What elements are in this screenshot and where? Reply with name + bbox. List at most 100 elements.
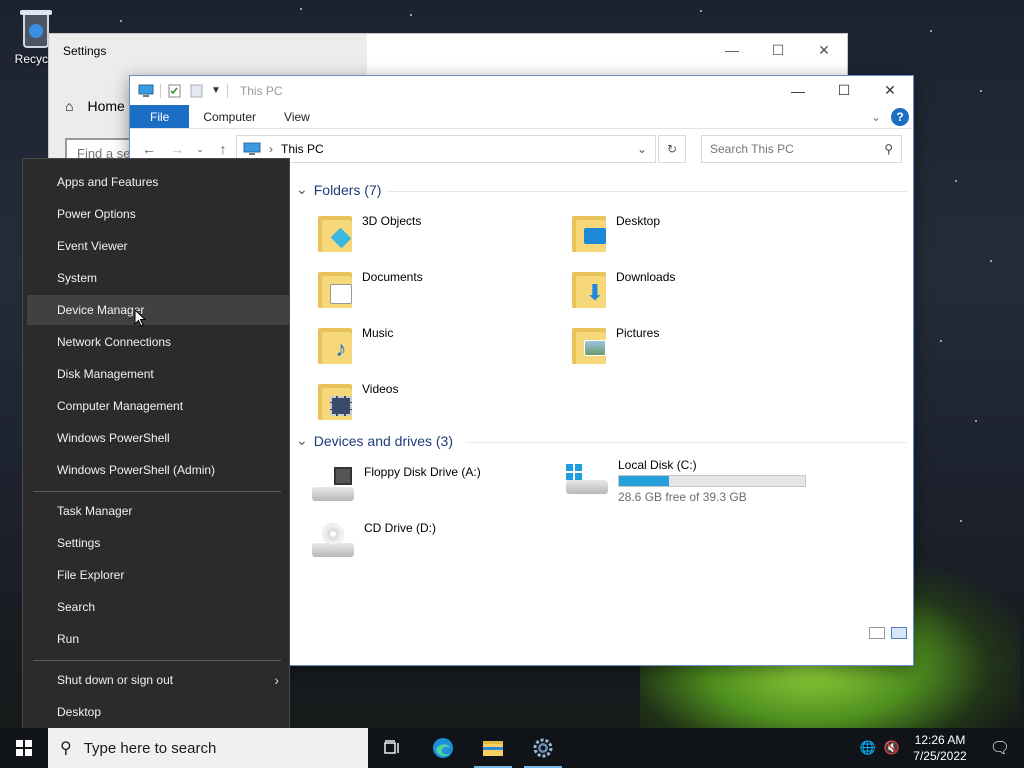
floppy-drive-icon: [310, 465, 356, 505]
folders-divider: [386, 191, 907, 192]
drive-item[interactable]: CD Drive (D:): [310, 521, 436, 561]
gear-icon: [533, 738, 553, 758]
downloads-icon: ⬇: [570, 270, 608, 310]
menu-item-task-manager[interactable]: Task Manager: [27, 496, 289, 526]
submenu-arrow-icon: ›: [274, 672, 279, 688]
menu-item-windows-powershell[interactable]: Windows PowerShell: [27, 423, 289, 453]
drive-item[interactable]: Floppy Disk Drive (A:): [310, 465, 481, 505]
menu-item-label: Windows PowerShell (Admin): [57, 463, 216, 477]
menu-item-system[interactable]: System: [27, 263, 289, 293]
menu-item-desktop[interactable]: Desktop: [27, 697, 289, 727]
desktop-folder-icon: [570, 214, 608, 254]
folders-header-label: Folders (7): [313, 181, 382, 198]
menu-item-label: Event Viewer: [57, 239, 128, 253]
menu-item-run[interactable]: Run: [27, 624, 289, 654]
menu-item-label: Disk Management: [57, 367, 154, 381]
recent-locations-icon[interactable]: ⌄: [194, 138, 206, 160]
action-center-icon[interactable]: 🗨: [976, 738, 1024, 758]
drives-header-label: Devices and drives (3): [313, 432, 454, 449]
documents-icon: [316, 270, 354, 310]
drive-label: Local Disk (C:): [618, 458, 697, 472]
menu-item-apps-and-features[interactable]: Apps and Features: [27, 167, 289, 197]
cd-drive-icon: [310, 521, 356, 561]
details-view-icon[interactable]: [869, 627, 885, 639]
drive-item[interactable]: Local Disk (C:) 28.6 GB free of 39.3 GB: [564, 458, 806, 504]
folder-item[interactable]: Documents: [316, 270, 423, 310]
network-globe-icon[interactable]: 🌐: [856, 740, 880, 756]
explorer-titlebar: ▼ This PC — ☐ ✕: [130, 76, 913, 105]
clock-time: 12:26 AM: [914, 733, 966, 747]
menu-item-power-options[interactable]: Power Options: [27, 199, 289, 229]
folder-item[interactable]: Videos: [316, 382, 398, 422]
settings-home-label: Home: [87, 98, 125, 114]
clock[interactable]: 12:26 AM 7/25/2022: [904, 732, 976, 764]
folder-label: 3D Objects: [362, 214, 422, 228]
breadcrumb-chevron-icon[interactable]: ›: [269, 142, 273, 156]
local-disk-icon: [564, 458, 610, 498]
edge-button[interactable]: [418, 728, 468, 768]
drives-group-header[interactable]: ⌄ Devices and drives (3): [296, 432, 453, 449]
address-dropdown-icon[interactable]: ⌄: [637, 142, 647, 156]
address-bar[interactable]: › This PC ⌄: [236, 135, 656, 163]
refresh-button[interactable]: ↻: [658, 135, 686, 163]
view-toggle: [869, 627, 907, 639]
mouse-cursor-icon: [134, 309, 146, 327]
clock-date: 7/25/2022: [913, 749, 967, 763]
settings-title: Settings: [63, 44, 107, 58]
settings-button[interactable]: [518, 728, 568, 768]
menu-item-device-manager[interactable]: Device Manager: [27, 295, 289, 325]
maximize-icon[interactable]: ☐: [755, 34, 801, 66]
explorer-search-input[interactable]: Search This PC ⚲: [701, 135, 902, 163]
expand-ribbon-icon[interactable]: ⌄: [871, 110, 881, 124]
taskbar-search-placeholder: Type here to search: [83, 739, 217, 757]
back-arrow-icon[interactable]: ←: [138, 138, 160, 160]
volume-muted-icon[interactable]: 🔇: [880, 740, 904, 756]
folder-item[interactable]: 3D Objects: [316, 214, 421, 254]
home-icon: ⌂: [65, 98, 74, 114]
search-placeholder: Search This PC: [710, 142, 794, 156]
file-explorer-button[interactable]: [468, 728, 518, 768]
menu-item-windows-powershell-admin[interactable]: Windows PowerShell (Admin): [27, 455, 289, 485]
folder-item[interactable]: ⬇ Downloads: [570, 270, 675, 310]
menu-item-disk-management[interactable]: Disk Management: [27, 359, 289, 389]
folders-group-header[interactable]: ⌄ Folders (7): [296, 181, 381, 198]
menu-item-settings[interactable]: Settings: [27, 528, 289, 558]
maximize-icon[interactable]: ☐: [821, 76, 867, 105]
explorer-window-controls: — ☐ ✕: [775, 76, 913, 105]
up-arrow-icon[interactable]: ↑: [212, 138, 234, 160]
folder-label: Music: [362, 326, 394, 340]
menu-item-network-connections[interactable]: Network Connections: [27, 327, 289, 357]
menu-item-shut-down-or-sign-out[interactable]: Shut down or sign out ›: [27, 665, 289, 695]
close-icon[interactable]: ✕: [801, 34, 847, 66]
folder-item[interactable]: Desktop: [570, 214, 660, 254]
tab-view[interactable]: View: [270, 105, 324, 128]
tab-file[interactable]: File: [130, 105, 190, 128]
forward-arrow-icon[interactable]: →: [166, 138, 188, 160]
settings-home-link[interactable]: ⌂ Home: [65, 98, 125, 114]
menu-item-computer-management[interactable]: Computer Management: [27, 391, 289, 421]
minimize-icon[interactable]: —: [709, 34, 755, 66]
menu-item-search[interactable]: Search: [27, 592, 289, 622]
edge-browser-icon: [433, 738, 453, 758]
new-folder-icon[interactable]: [189, 84, 205, 98]
tiles-view-icon[interactable]: [891, 627, 907, 639]
customize-qat-icon[interactable]: ▼: [211, 85, 221, 96]
minimize-icon[interactable]: —: [775, 76, 821, 105]
tab-computer[interactable]: Computer: [189, 105, 270, 128]
taskbar-search-box[interactable]: ⚲ Type here to search: [48, 728, 368, 768]
folder-item[interactable]: ♪ Music: [316, 326, 393, 366]
search-icon: ⚲: [884, 142, 893, 156]
system-tray: 🌐 🔇 12:26 AM 7/25/2022 🗨: [856, 728, 1024, 768]
menu-item-label: Apps and Features: [57, 175, 159, 189]
start-button[interactable]: [0, 728, 48, 768]
this-pc-icon: [138, 84, 154, 97]
folder-label: Videos: [362, 382, 399, 396]
properties-icon[interactable]: [167, 84, 183, 98]
help-icon[interactable]: ?: [891, 108, 909, 126]
menu-item-file-explorer[interactable]: File Explorer: [27, 560, 289, 590]
task-view-button[interactable]: [368, 728, 418, 768]
menu-item-event-viewer[interactable]: Event Viewer: [27, 231, 289, 261]
menu-item-label: Run: [57, 632, 80, 646]
close-icon[interactable]: ✕: [867, 76, 913, 105]
folder-item[interactable]: Pictures: [570, 326, 659, 366]
